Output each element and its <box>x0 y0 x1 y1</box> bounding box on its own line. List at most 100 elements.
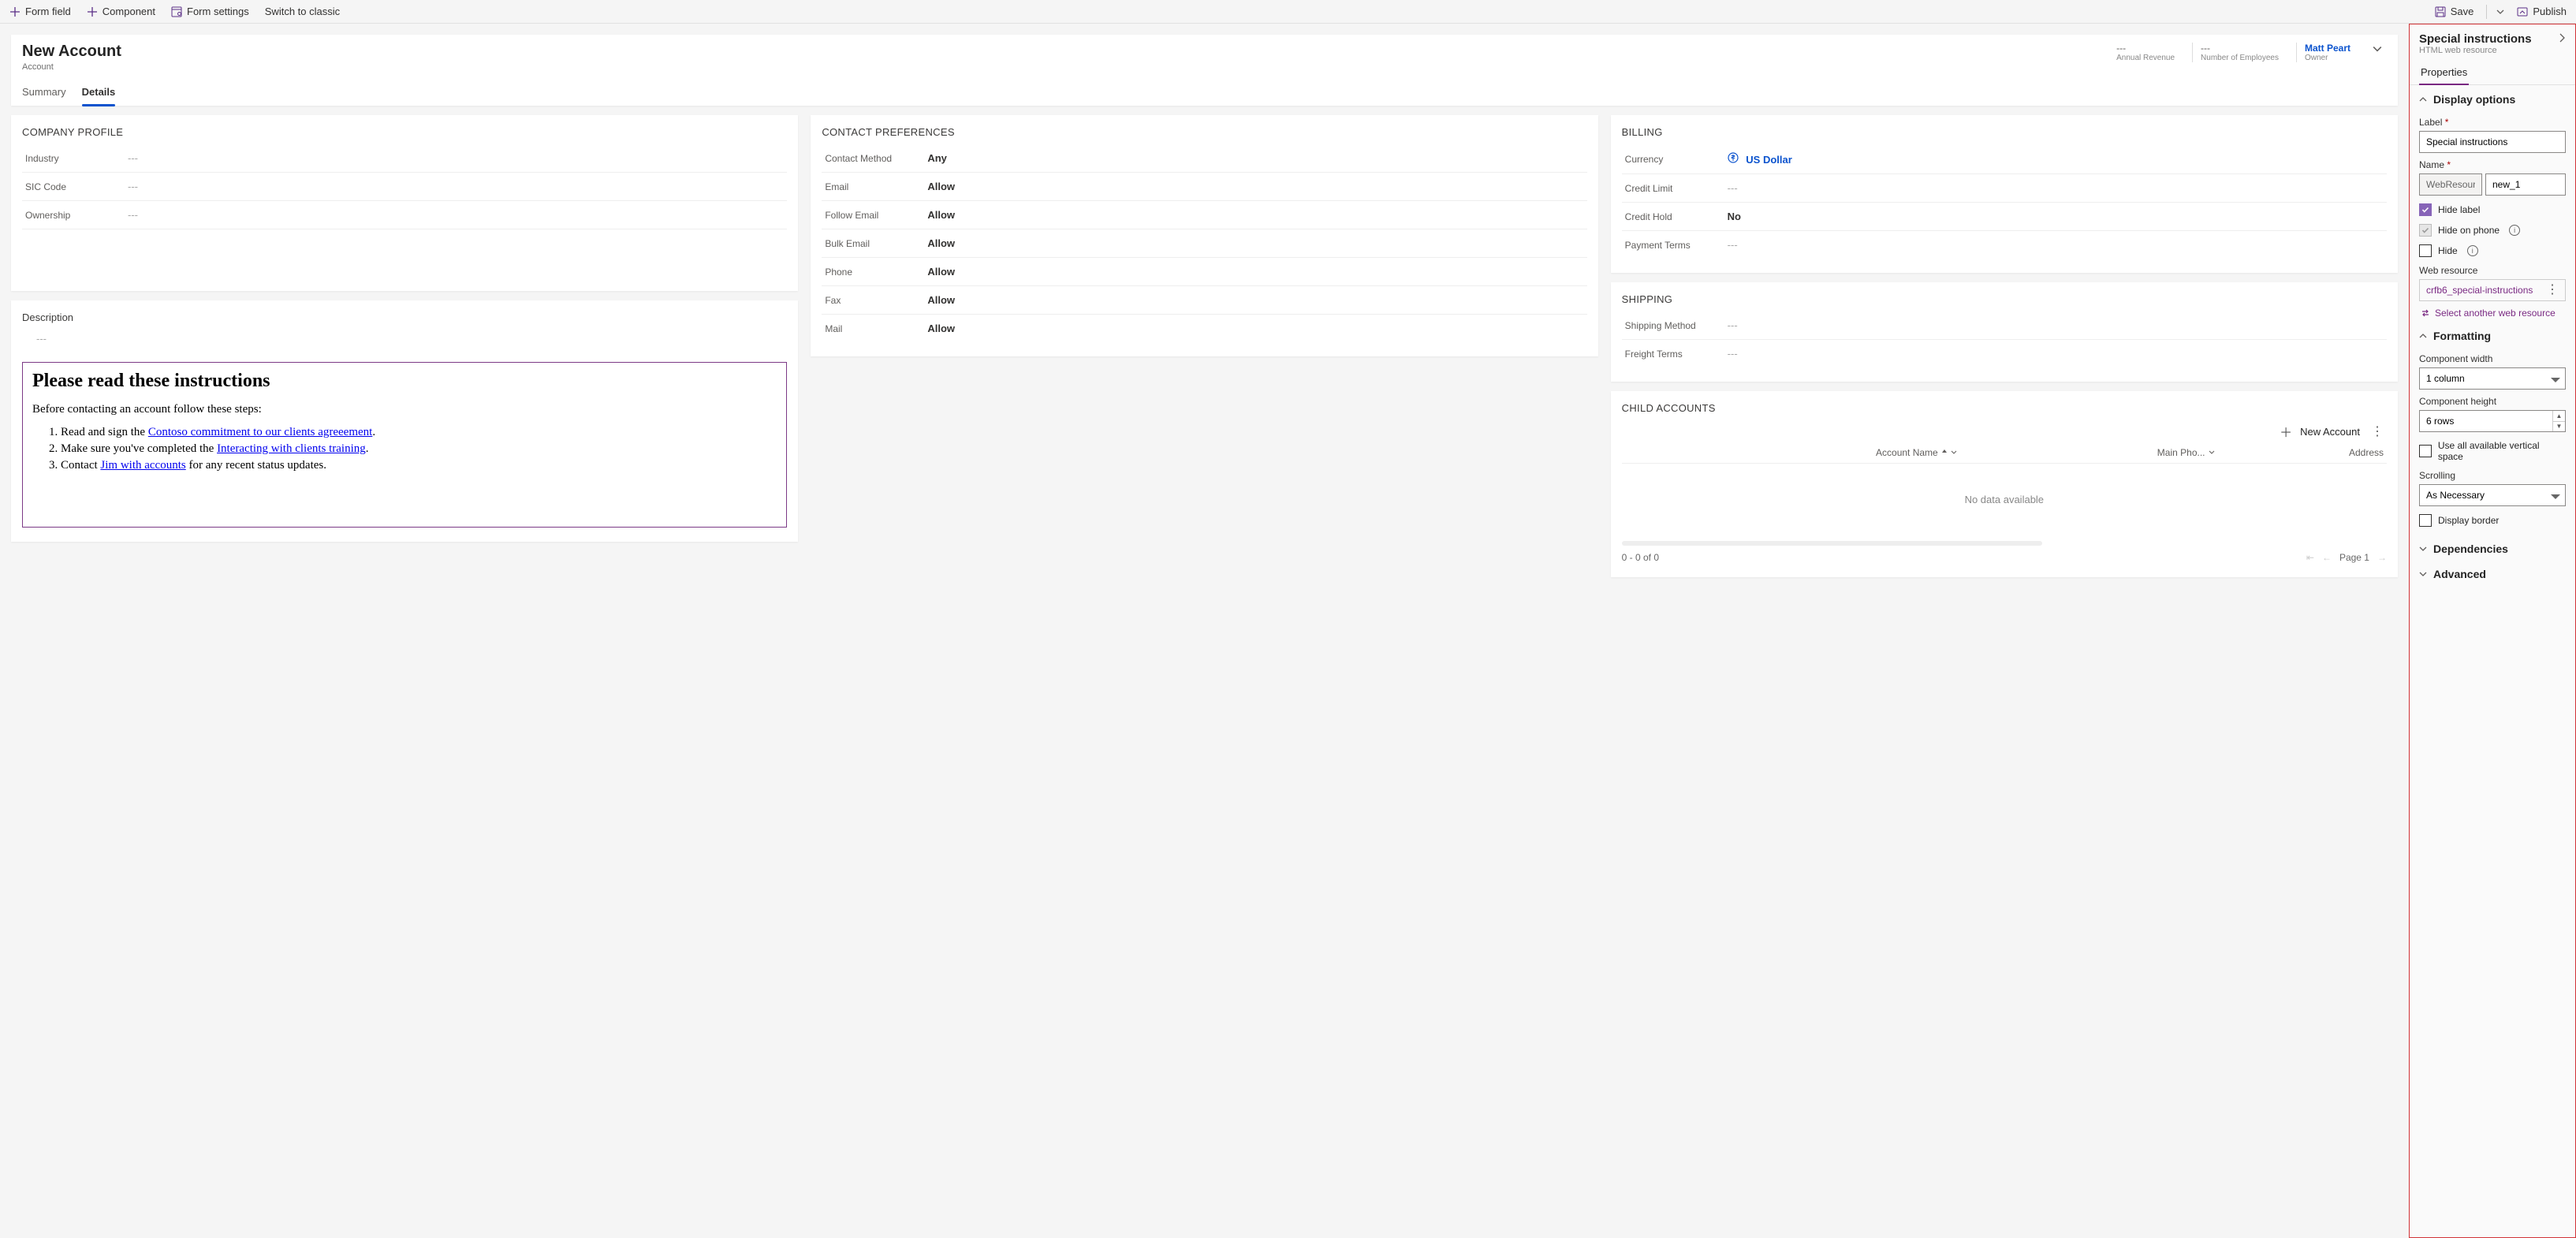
subgrid-column-headers: Account Name Main Pho... Address <box>1622 442 2387 464</box>
column-address[interactable]: Address <box>2229 447 2384 458</box>
clients-training-link[interactable]: Interacting with clients training <box>217 442 366 455</box>
hide-on-phone-checkbox <box>2419 224 2432 237</box>
form-canvas: New Account Account --- Annual Revenue -… <box>0 24 2409 1238</box>
field-payment-terms[interactable]: Payment Terms --- <box>1622 231 2387 259</box>
info-icon[interactable]: i <box>2467 245 2478 256</box>
collapse-pane-button[interactable] <box>2558 33 2566 45</box>
scrolling-select[interactable]: As Necessary <box>2419 484 2566 506</box>
more-icon[interactable]: ⋮ <box>2546 286 2559 294</box>
instruction-item: Contact Jim with accounts for any recent… <box>61 457 777 474</box>
tab-details[interactable]: Details <box>82 80 116 106</box>
component-height-input[interactable] <box>2419 410 2566 432</box>
field-contact-method[interactable]: Contact Method Any <box>822 144 1586 173</box>
section-title: Description <box>22 311 787 323</box>
chevron-down-icon <box>2419 545 2427 553</box>
record-count: 0 - 0 of 0 <box>1622 552 1659 563</box>
pager-prev-button[interactable]: ← <box>2322 552 2332 563</box>
instruction-item: Read and sign the Contoso commitment to … <box>61 424 777 441</box>
publish-button[interactable]: Publish <box>2511 2 2573 22</box>
field-industry[interactable]: Industry --- <box>22 144 787 173</box>
plus-icon: ＋ <box>2280 422 2292 441</box>
hide-label-checkbox[interactable] <box>2419 203 2432 216</box>
add-component-button[interactable]: Component <box>80 2 162 22</box>
height-stepper-up[interactable]: ▲ <box>2553 411 2565 422</box>
pager-first-button[interactable]: ⇤ <box>2306 552 2314 563</box>
section-display-options[interactable]: Display options <box>2410 85 2575 110</box>
pager-next-button[interactable]: → <box>2377 552 2387 563</box>
section-shipping[interactable]: SHIPPING Shipping Method --- Freight Ter… <box>1611 282 2398 382</box>
section-company-profile[interactable]: COMPANY PROFILE Industry --- SIC Code --… <box>11 115 798 291</box>
chevron-right-icon <box>2558 33 2566 43</box>
name-input[interactable] <box>2485 173 2566 196</box>
tab-summary[interactable]: Summary <box>22 80 66 106</box>
component-width-select[interactable]: 1 column <box>2419 367 2566 390</box>
column-account-name[interactable]: Account Name <box>1625 447 1971 458</box>
field-currency[interactable]: Currency US Dollar <box>1622 144 2387 174</box>
chevron-down-icon <box>2209 449 2215 456</box>
display-border-checkbox[interactable] <box>2419 514 2432 527</box>
field-sic-code[interactable]: SIC Code --- <box>22 173 787 201</box>
section-title: CONTACT PREFERENCES <box>822 126 1586 138</box>
section-formatting[interactable]: Formatting <box>2410 322 2575 347</box>
save-dropdown[interactable] <box>2493 2 2507 22</box>
info-icon[interactable]: i <box>2509 225 2520 236</box>
header-owner-value[interactable]: Matt Peart <box>2305 43 2350 54</box>
field-mail[interactable]: Mail Allow <box>822 315 1586 342</box>
command-bar: Form field Component Form settings Switc… <box>0 0 2576 24</box>
column-main-phone[interactable]: Main Pho... <box>1971 447 2229 458</box>
field-description-value[interactable]: --- <box>22 330 787 354</box>
prop-pane-subtitle: HTML web resource <box>2410 46 2575 62</box>
plus-icon <box>87 6 98 17</box>
horizontal-scrollbar[interactable] <box>1622 541 2043 546</box>
header-revenue-label: Annual Revenue <box>2116 54 2175 62</box>
save-icon <box>2435 6 2446 17</box>
web-resource-special-instructions[interactable]: Please read these instructions Before co… <box>22 362 787 528</box>
web-resource-reference[interactable]: crfb6_special-instructions ⋮ <box>2419 279 2566 301</box>
select-another-web-resource[interactable]: Select another web resource <box>2419 301 2566 322</box>
scrolling-label: Scrolling <box>2419 470 2566 481</box>
header-fields-dropdown[interactable] <box>2368 43 2387 58</box>
section-billing[interactable]: BILLING Currency US Dollar Credit Limit … <box>1611 115 2398 273</box>
label-input[interactable] <box>2419 131 2566 153</box>
field-shipping-method[interactable]: Shipping Method --- <box>1622 311 2387 340</box>
web-resource-label: Web resource <box>2419 265 2566 276</box>
contoso-agreement-link[interactable]: Contoso commitment to our clients agreee… <box>148 426 373 438</box>
field-ownership[interactable]: Ownership --- <box>22 201 787 229</box>
field-email[interactable]: Email Allow <box>822 173 1586 201</box>
hide-checkbox[interactable] <box>2419 244 2432 257</box>
add-form-field-button[interactable]: Form field <box>3 2 77 22</box>
field-credit-hold[interactable]: Credit Hold No <box>1622 203 2387 231</box>
field-phone[interactable]: Phone Allow <box>822 258 1586 286</box>
section-title: COMPANY PROFILE <box>22 126 787 138</box>
switch-to-classic-button[interactable]: Switch to classic <box>259 2 346 22</box>
field-follow-email[interactable]: Follow Email Allow <box>822 201 1586 229</box>
header-owner-label: Owner <box>2305 54 2350 62</box>
section-contact-preferences[interactable]: CONTACT PREFERENCES Contact Method Any E… <box>811 115 1597 356</box>
use-vertical-space-checkbox[interactable] <box>2419 445 2432 457</box>
more-commands-button[interactable]: ⋮ <box>2368 423 2387 439</box>
swap-icon <box>2421 308 2430 318</box>
section-description[interactable]: Description --- Please read these instru… <box>11 300 798 542</box>
name-field-label: Name <box>2419 159 2566 170</box>
field-bulk-email[interactable]: Bulk Email Allow <box>822 229 1586 258</box>
currency-icon <box>1728 152 1739 163</box>
height-stepper-down[interactable]: ▼ <box>2553 422 2565 432</box>
property-pane: Special instructions HTML web resource P… <box>2409 24 2576 1238</box>
prop-tab-properties[interactable]: Properties <box>2419 62 2469 84</box>
toolbar-separator <box>2486 5 2487 19</box>
field-freight-terms[interactable]: Freight Terms --- <box>1622 340 2387 367</box>
jim-accounts-link[interactable]: Jim with accounts <box>100 459 185 472</box>
field-credit-limit[interactable]: Credit Limit --- <box>1622 174 2387 203</box>
section-dependencies[interactable]: Dependencies <box>2410 535 2575 560</box>
plus-icon <box>9 6 21 17</box>
instructions-intro: Before contacting an account follow thes… <box>32 403 777 416</box>
save-button[interactable]: Save <box>2429 2 2481 22</box>
form-settings-button[interactable]: Form settings <box>165 2 255 22</box>
new-account-button[interactable]: New Account <box>2300 426 2360 438</box>
header-employees-label: Number of Employees <box>2201 54 2279 62</box>
section-title: BILLING <box>1622 126 2387 138</box>
section-advanced[interactable]: Advanced <box>2410 560 2575 580</box>
field-fax[interactable]: Fax Allow <box>822 286 1586 315</box>
subgrid-empty: No data available <box>1622 464 2387 535</box>
section-child-accounts[interactable]: CHILD ACCOUNTS ＋ New Account ⋮ Account N… <box>1611 391 2398 577</box>
